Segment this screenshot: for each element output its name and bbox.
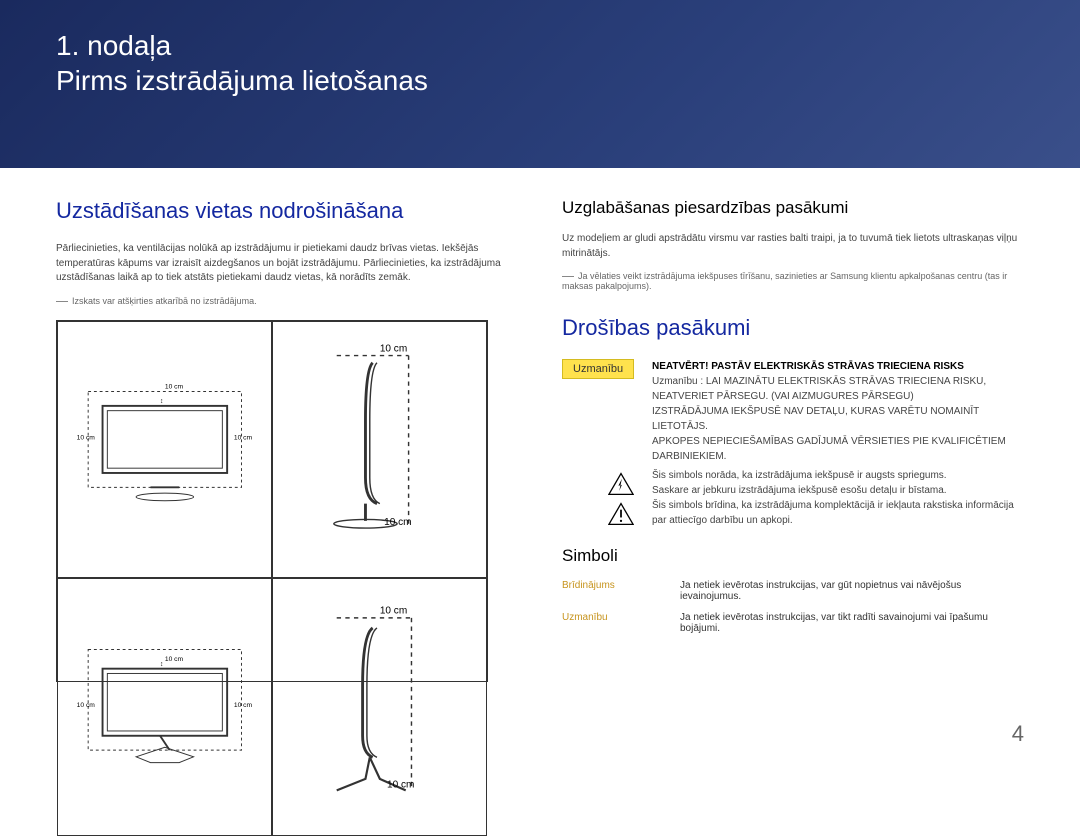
svg-text:10 cm: 10 cm bbox=[380, 605, 407, 616]
svg-text:10 cm: 10 cm bbox=[234, 702, 253, 709]
installation-note: Izskats var atšķirties atkarībā no izstr… bbox=[56, 296, 518, 306]
warning-line-1: Uzmanību : LAI MAZINĀTU ELEKTRISKĀS STRĀ… bbox=[652, 376, 986, 402]
caution-badge: Uzmanību bbox=[562, 359, 634, 379]
diagram-front-curved: 10 cm 10 cm ↕ 10 cm bbox=[57, 578, 272, 836]
svg-text:↕: ↕ bbox=[160, 398, 163, 405]
svg-text:10 cm: 10 cm bbox=[387, 779, 414, 790]
page-number: 4 bbox=[1012, 721, 1024, 747]
svg-text:10 cm: 10 cm bbox=[380, 344, 407, 355]
svg-text:10 cm: 10 cm bbox=[76, 435, 95, 442]
chapter-title: 1. nodaļa Pirms izstrādājuma lietošanas bbox=[56, 28, 1024, 98]
section-heading-storage: Uzglabāšanas piesardzības pasākumi bbox=[562, 198, 1024, 218]
svg-text:10 cm: 10 cm bbox=[76, 702, 95, 709]
left-column: Uzstādīšanas vietas nodrošināšana Pārlie… bbox=[56, 198, 518, 682]
symbol-caution-label: Uzmanību bbox=[562, 612, 662, 623]
section-heading-installation: Uzstādīšanas vietas nodrošināšana bbox=[56, 198, 518, 224]
symbol-explanation: Šis simbols norāda, ka izstrādājuma iekš… bbox=[562, 472, 1024, 528]
storage-note: Ja vēlaties veikt izstrādājuma iekšpuses… bbox=[562, 271, 1024, 291]
clearance-diagrams: 10 cm 10 cm ↕ 10 cm 10 cm 10 cm bbox=[56, 320, 488, 682]
caution-block: Uzmanību NEATVĒRT! PASTĀV ELEKTRISKĀS ST… bbox=[562, 359, 1024, 464]
diagram-front-flat: 10 cm 10 cm ↕ 10 cm bbox=[57, 321, 272, 579]
svg-text:10 cm: 10 cm bbox=[234, 435, 253, 442]
svg-text:↕: ↕ bbox=[160, 661, 163, 668]
storage-paragraph: Uz modeļiem ar gludi apstrādātu virsmu v… bbox=[562, 232, 1024, 261]
warning-title: NEATVĒRT! PASTĀV ELEKTRISKĀS STRĀVAS TRI… bbox=[652, 361, 964, 372]
installation-paragraph: Pārliecinieties, ka ventilācijas nolūkā … bbox=[56, 242, 518, 286]
symbol-warning-text: Ja netiek ievērotas instrukcijas, var gū… bbox=[680, 580, 1024, 602]
right-column: Uzglabāšanas piesardzības pasākumi Uz mo… bbox=[562, 198, 1024, 682]
symbol-warning-label: Brīdinājums bbox=[562, 580, 662, 591]
symbol-text-2: Saskare ar jebkuru izstrādājuma iekšpusē… bbox=[652, 485, 947, 496]
diagram-side-curved: 10 cm 10 cm bbox=[272, 578, 487, 836]
warning-line-3: APKOPES NEPIECIEŠAMĪBAS GADĪJUMĀ VĒRSIET… bbox=[652, 436, 1006, 462]
svg-text:10 cm: 10 cm bbox=[384, 517, 411, 528]
svg-text:10 cm: 10 cm bbox=[165, 384, 184, 391]
chapter-header: 1. nodaļa Pirms izstrādājuma lietošanas bbox=[0, 0, 1080, 168]
symbol-text-1: Šis simbols norāda, ka izstrādājuma iekš… bbox=[652, 470, 947, 481]
symbols-table: Brīdinājums Ja netiek ievērotas instrukc… bbox=[562, 580, 1024, 634]
chapter-number: 1. nodaļa bbox=[56, 30, 171, 61]
exclamation-icon bbox=[608, 502, 634, 526]
symbol-caution-text: Ja netiek ievērotas instrukcijas, var ti… bbox=[680, 612, 1024, 634]
symbol-text-3: Šis simbols brīdina, ka izstrādājuma kom… bbox=[652, 500, 1014, 526]
chapter-subtitle: Pirms izstrādājuma lietošanas bbox=[56, 65, 428, 96]
svg-text:10 cm: 10 cm bbox=[165, 656, 184, 663]
diagram-side-flat: 10 cm 10 cm bbox=[272, 321, 487, 579]
high-voltage-icon bbox=[608, 472, 634, 496]
section-heading-safety: Drošības pasākumi bbox=[562, 315, 1024, 341]
warning-line-2: IZSTRĀDĀJUMA IEKŠPUSĒ NAV DETAĻU, KURAS … bbox=[652, 406, 979, 432]
section-heading-symbols: Simboli bbox=[562, 546, 1024, 566]
